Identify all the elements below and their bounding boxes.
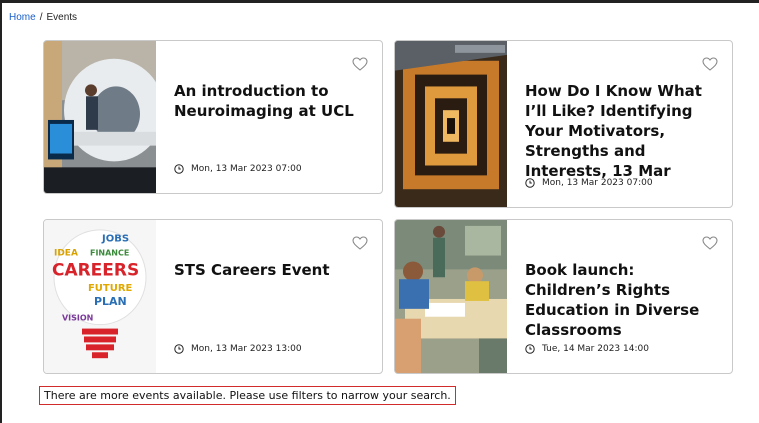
event-date-text: Mon, 13 Mar 2023 07:00 (542, 178, 653, 188)
classroom-image (395, 220, 507, 373)
event-title[interactable]: An introduction to Neuroimaging at UCL (174, 81, 360, 121)
window-left-border (0, 0, 2, 423)
careers-lightbulb-image: JOBS IDEA FINANCE CAREERS FUTURE PLAN VI… (44, 220, 156, 373)
event-card[interactable]: An introduction to Neuroimaging at UCL M… (43, 40, 383, 194)
event-date: Mon, 13 Mar 2023 13:00 (174, 343, 302, 355)
thumb-word-plan: PLAN (94, 295, 127, 308)
mri-scanner-image (44, 41, 156, 193)
favourite-button[interactable] (352, 236, 368, 250)
thumb-word-jobs: JOBS (101, 234, 129, 245)
event-title[interactable]: How Do I Know What I’ll Like? Identifyin… (525, 81, 710, 181)
event-date: Mon, 13 Mar 2023 07:00 (174, 163, 302, 175)
event-date-text: Mon, 13 Mar 2023 07:00 (191, 164, 302, 174)
event-thumbnail-staircase[interactable] (395, 41, 507, 207)
event-thumbnail-classroom[interactable] (395, 220, 507, 373)
heart-outline-icon (702, 236, 718, 250)
event-date: Tue, 14 Mar 2023 14:00 (525, 343, 649, 355)
favourite-button[interactable] (702, 236, 718, 250)
breadcrumb-home-link[interactable]: Home (9, 12, 36, 23)
thumb-word-idea: IDEA (54, 249, 78, 259)
window-top-border (0, 0, 759, 3)
thumb-word-vision: VISION (62, 314, 93, 323)
event-thumbnail-careers-lightbulb[interactable]: JOBS IDEA FINANCE CAREERS FUTURE PLAN VI… (44, 220, 156, 373)
thumb-word-future: FUTURE (88, 283, 133, 294)
clock-icon (174, 344, 184, 354)
event-date: Mon, 13 Mar 2023 07:00 (525, 177, 653, 189)
clock-icon (525, 344, 535, 354)
thumb-word-careers: CAREERS (52, 259, 139, 279)
staircase-image (395, 41, 507, 207)
event-card[interactable]: How Do I Know What I’ll Like? Identifyin… (394, 40, 733, 208)
heart-outline-icon (352, 236, 368, 250)
event-title[interactable]: STS Careers Event (174, 260, 360, 280)
breadcrumb-current: Events (46, 12, 78, 23)
favourite-button[interactable] (352, 57, 368, 71)
clock-icon (525, 178, 535, 188)
event-card[interactable]: Book launch: Children’s Rights Education… (394, 219, 733, 374)
event-card[interactable]: JOBS IDEA FINANCE CAREERS FUTURE PLAN VI… (43, 219, 383, 374)
heart-outline-icon (352, 57, 368, 71)
more-events-notice: There are more events available. Please … (39, 386, 456, 405)
event-date-text: Tue, 14 Mar 2023 14:00 (542, 344, 649, 354)
clock-icon (174, 164, 184, 174)
breadcrumb: Home / Events (9, 11, 77, 24)
event-title[interactable]: Book launch: Children’s Rights Education… (525, 260, 710, 340)
breadcrumb-separator: / (39, 12, 43, 23)
event-date-text: Mon, 13 Mar 2023 13:00 (191, 344, 302, 354)
heart-outline-icon (702, 57, 718, 71)
favourite-button[interactable] (702, 57, 718, 71)
event-thumbnail-mri-scanner[interactable] (44, 41, 156, 193)
thumb-word-finance: FINANCE (90, 249, 129, 258)
